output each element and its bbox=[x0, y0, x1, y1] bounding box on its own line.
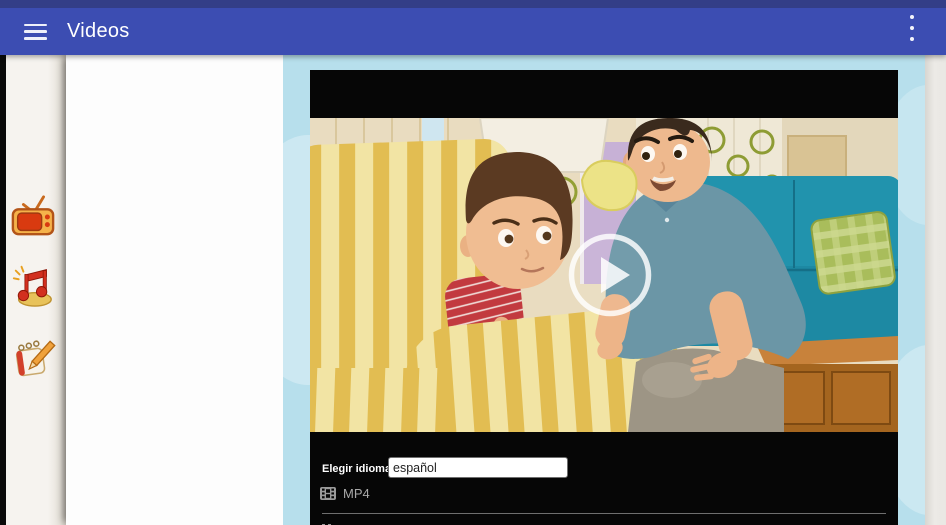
sidebar bbox=[6, 55, 66, 525]
page-title: Videos bbox=[67, 20, 130, 42]
video-list-panel bbox=[66, 55, 283, 525]
video-player-card: Elegir idioma MP4 bbox=[310, 70, 898, 525]
language-label: Elegir idioma bbox=[322, 463, 392, 475]
status-bar bbox=[0, 0, 946, 8]
app-bar: Videos bbox=[0, 8, 946, 55]
format-label: MP4 bbox=[343, 486, 370, 501]
kebab-menu-icon[interactable] bbox=[904, 15, 920, 41]
film-icon bbox=[320, 487, 336, 500]
right-edge-panel bbox=[925, 55, 946, 525]
hamburger-menu-icon[interactable] bbox=[24, 23, 47, 40]
divider bbox=[322, 513, 886, 514]
music-notes-icon[interactable] bbox=[10, 262, 56, 308]
play-icon[interactable] bbox=[568, 233, 652, 317]
tv-icon[interactable] bbox=[10, 193, 56, 239]
format-item-mp4[interactable]: MP4 bbox=[320, 486, 370, 501]
clipped-list-item-fragment bbox=[322, 519, 342, 525]
language-input[interactable] bbox=[388, 457, 568, 478]
app-window: Videos Elegir idioma español MP4 bbox=[0, 0, 946, 525]
content-area: Elegir idioma MP4 bbox=[283, 55, 925, 525]
notepad-pencil-icon[interactable] bbox=[10, 335, 56, 381]
